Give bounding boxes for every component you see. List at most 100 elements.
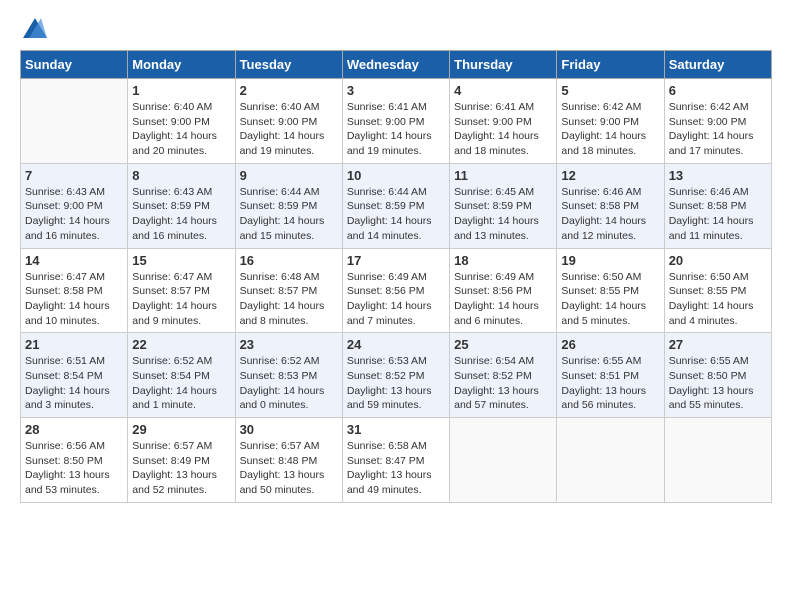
- day-number: 10: [347, 168, 445, 183]
- day-info: Sunrise: 6:55 AM Sunset: 8:50 PM Dayligh…: [669, 354, 767, 413]
- calendar-cell: 13 Sunrise: 6:46 AM Sunset: 8:58 PM Dayli…: [664, 163, 771, 248]
- day-info: Sunrise: 6:55 AM Sunset: 8:51 PM Dayligh…: [561, 354, 659, 413]
- day-info: Sunrise: 6:43 AM Sunset: 9:00 PM Dayligh…: [25, 185, 123, 244]
- calendar-cell: 26 Sunrise: 6:55 AM Sunset: 8:51 PM Dayli…: [557, 333, 664, 418]
- calendar-cell: 7Sunrise: 6:43 AM Sunset: 9:00 PM Daylig…: [21, 163, 128, 248]
- day-number: 12: [561, 168, 659, 183]
- calendar-cell: 31 Sunrise: 6:58 AM Sunset: 8:47 PM Dayli…: [342, 418, 449, 503]
- day-number: 15: [132, 253, 230, 268]
- day-info: Sunrise: 6:44 AM Sunset: 8:59 PM Dayligh…: [347, 185, 445, 244]
- calendar-table: SundayMondayTuesdayWednesdayThursdayFrid…: [20, 50, 772, 503]
- day-info: Sunrise: 6:57 AM Sunset: 8:49 PM Dayligh…: [132, 439, 230, 498]
- day-info: Sunrise: 6:52 AM Sunset: 8:53 PM Dayligh…: [240, 354, 338, 413]
- weekday-header: Wednesday: [342, 51, 449, 79]
- day-number: 24: [347, 337, 445, 352]
- day-info: Sunrise: 6:58 AM Sunset: 8:47 PM Dayligh…: [347, 439, 445, 498]
- calendar-week-row: 1 Sunrise: 6:40 AM Sunset: 9:00 PM Daylig…: [21, 79, 772, 164]
- calendar-cell: 27 Sunrise: 6:55 AM Sunset: 8:50 PM Dayli…: [664, 333, 771, 418]
- day-info: Sunrise: 6:57 AM Sunset: 8:48 PM Dayligh…: [240, 439, 338, 498]
- day-info: Sunrise: 6:49 AM Sunset: 8:56 PM Dayligh…: [454, 270, 552, 329]
- day-number: 17: [347, 253, 445, 268]
- calendar-week-row: 28Sunrise: 6:56 AM Sunset: 8:50 PM Dayli…: [21, 418, 772, 503]
- day-info: Sunrise: 6:40 AM Sunset: 9:00 PM Dayligh…: [132, 100, 230, 159]
- calendar-week-row: 7Sunrise: 6:43 AM Sunset: 9:00 PM Daylig…: [21, 163, 772, 248]
- calendar-cell: 29Sunrise: 6:57 AM Sunset: 8:49 PM Dayli…: [128, 418, 235, 503]
- calendar-cell: 1 Sunrise: 6:40 AM Sunset: 9:00 PM Daylig…: [128, 79, 235, 164]
- calendar-cell: 30 Sunrise: 6:57 AM Sunset: 8:48 PM Dayli…: [235, 418, 342, 503]
- calendar-cell: 4 Sunrise: 6:41 AM Sunset: 9:00 PM Daylig…: [450, 79, 557, 164]
- day-info: Sunrise: 6:54 AM Sunset: 8:52 PM Dayligh…: [454, 354, 552, 413]
- calendar-week-row: 21Sunrise: 6:51 AM Sunset: 8:54 PM Dayli…: [21, 333, 772, 418]
- day-number: 13: [669, 168, 767, 183]
- day-info: Sunrise: 6:49 AM Sunset: 8:56 PM Dayligh…: [347, 270, 445, 329]
- day-number: 26: [561, 337, 659, 352]
- day-number: 3: [347, 83, 445, 98]
- calendar-cell: 11Sunrise: 6:45 AM Sunset: 8:59 PM Dayli…: [450, 163, 557, 248]
- day-info: Sunrise: 6:47 AM Sunset: 8:57 PM Dayligh…: [132, 270, 230, 329]
- weekday-header: Thursday: [450, 51, 557, 79]
- day-info: Sunrise: 6:48 AM Sunset: 8:57 PM Dayligh…: [240, 270, 338, 329]
- calendar-cell: 9Sunrise: 6:44 AM Sunset: 8:59 PM Daylig…: [235, 163, 342, 248]
- calendar-cell: 20Sunrise: 6:50 AM Sunset: 8:55 PM Dayli…: [664, 248, 771, 333]
- weekday-header: Saturday: [664, 51, 771, 79]
- weekday-header: Tuesday: [235, 51, 342, 79]
- day-number: 4: [454, 83, 552, 98]
- day-info: Sunrise: 6:46 AM Sunset: 8:58 PM Dayligh…: [669, 185, 767, 244]
- day-number: 18: [454, 253, 552, 268]
- logo-icon: [23, 18, 47, 38]
- calendar-cell: 3 Sunrise: 6:41 AM Sunset: 9:00 PM Daylig…: [342, 79, 449, 164]
- calendar-week-row: 14Sunrise: 6:47 AM Sunset: 8:58 PM Dayli…: [21, 248, 772, 333]
- day-info: Sunrise: 6:52 AM Sunset: 8:54 PM Dayligh…: [132, 354, 230, 413]
- day-info: Sunrise: 6:43 AM Sunset: 8:59 PM Dayligh…: [132, 185, 230, 244]
- day-number: 25: [454, 337, 552, 352]
- page-header: [20, 20, 772, 40]
- day-info: Sunrise: 6:41 AM Sunset: 9:00 PM Dayligh…: [347, 100, 445, 159]
- day-info: Sunrise: 6:47 AM Sunset: 8:58 PM Dayligh…: [25, 270, 123, 329]
- day-number: 16: [240, 253, 338, 268]
- calendar-cell: [664, 418, 771, 503]
- day-info: Sunrise: 6:56 AM Sunset: 8:50 PM Dayligh…: [25, 439, 123, 498]
- day-number: 22: [132, 337, 230, 352]
- calendar-cell: 22 Sunrise: 6:52 AM Sunset: 8:54 PM Dayli…: [128, 333, 235, 418]
- calendar-cell: 25 Sunrise: 6:54 AM Sunset: 8:52 PM Dayli…: [450, 333, 557, 418]
- day-number: 23: [240, 337, 338, 352]
- calendar-cell: 2 Sunrise: 6:40 AM Sunset: 9:00 PM Daylig…: [235, 79, 342, 164]
- calendar-cell: 16 Sunrise: 6:48 AM Sunset: 8:57 PM Dayli…: [235, 248, 342, 333]
- day-info: Sunrise: 6:40 AM Sunset: 9:00 PM Dayligh…: [240, 100, 338, 159]
- calendar-cell: 23 Sunrise: 6:52 AM Sunset: 8:53 PM Dayli…: [235, 333, 342, 418]
- day-number: 2: [240, 83, 338, 98]
- calendar-cell: 18 Sunrise: 6:49 AM Sunset: 8:56 PM Dayli…: [450, 248, 557, 333]
- logo: [20, 20, 47, 40]
- calendar-cell: 14Sunrise: 6:47 AM Sunset: 8:58 PM Dayli…: [21, 248, 128, 333]
- calendar-cell: 5Sunrise: 6:42 AM Sunset: 9:00 PM Daylig…: [557, 79, 664, 164]
- day-number: 20: [669, 253, 767, 268]
- day-number: 27: [669, 337, 767, 352]
- day-number: 5: [561, 83, 659, 98]
- day-info: Sunrise: 6:46 AM Sunset: 8:58 PM Dayligh…: [561, 185, 659, 244]
- day-number: 31: [347, 422, 445, 437]
- day-info: Sunrise: 6:50 AM Sunset: 8:55 PM Dayligh…: [561, 270, 659, 329]
- day-info: Sunrise: 6:53 AM Sunset: 8:52 PM Dayligh…: [347, 354, 445, 413]
- day-number: 11: [454, 168, 552, 183]
- day-info: Sunrise: 6:42 AM Sunset: 9:00 PM Dayligh…: [669, 100, 767, 159]
- day-number: 6: [669, 83, 767, 98]
- calendar-cell: 10 Sunrise: 6:44 AM Sunset: 8:59 PM Dayli…: [342, 163, 449, 248]
- calendar-cell: [450, 418, 557, 503]
- day-number: 8: [132, 168, 230, 183]
- day-info: Sunrise: 6:41 AM Sunset: 9:00 PM Dayligh…: [454, 100, 552, 159]
- calendar-header-row: SundayMondayTuesdayWednesdayThursdayFrid…: [21, 51, 772, 79]
- weekday-header: Sunday: [21, 51, 128, 79]
- day-number: 1: [132, 83, 230, 98]
- calendar-cell: 24 Sunrise: 6:53 AM Sunset: 8:52 PM Dayli…: [342, 333, 449, 418]
- calendar-cell: 12 Sunrise: 6:46 AM Sunset: 8:58 PM Dayli…: [557, 163, 664, 248]
- day-info: Sunrise: 6:51 AM Sunset: 8:54 PM Dayligh…: [25, 354, 123, 413]
- day-number: 9: [240, 168, 338, 183]
- day-number: 30: [240, 422, 338, 437]
- calendar-cell: 19 Sunrise: 6:50 AM Sunset: 8:55 PM Dayli…: [557, 248, 664, 333]
- day-number: 19: [561, 253, 659, 268]
- calendar-cell: 17 Sunrise: 6:49 AM Sunset: 8:56 PM Dayli…: [342, 248, 449, 333]
- calendar-cell: [21, 79, 128, 164]
- calendar-cell: [557, 418, 664, 503]
- calendar-cell: 15 Sunrise: 6:47 AM Sunset: 8:57 PM Dayli…: [128, 248, 235, 333]
- calendar-cell: 28Sunrise: 6:56 AM Sunset: 8:50 PM Dayli…: [21, 418, 128, 503]
